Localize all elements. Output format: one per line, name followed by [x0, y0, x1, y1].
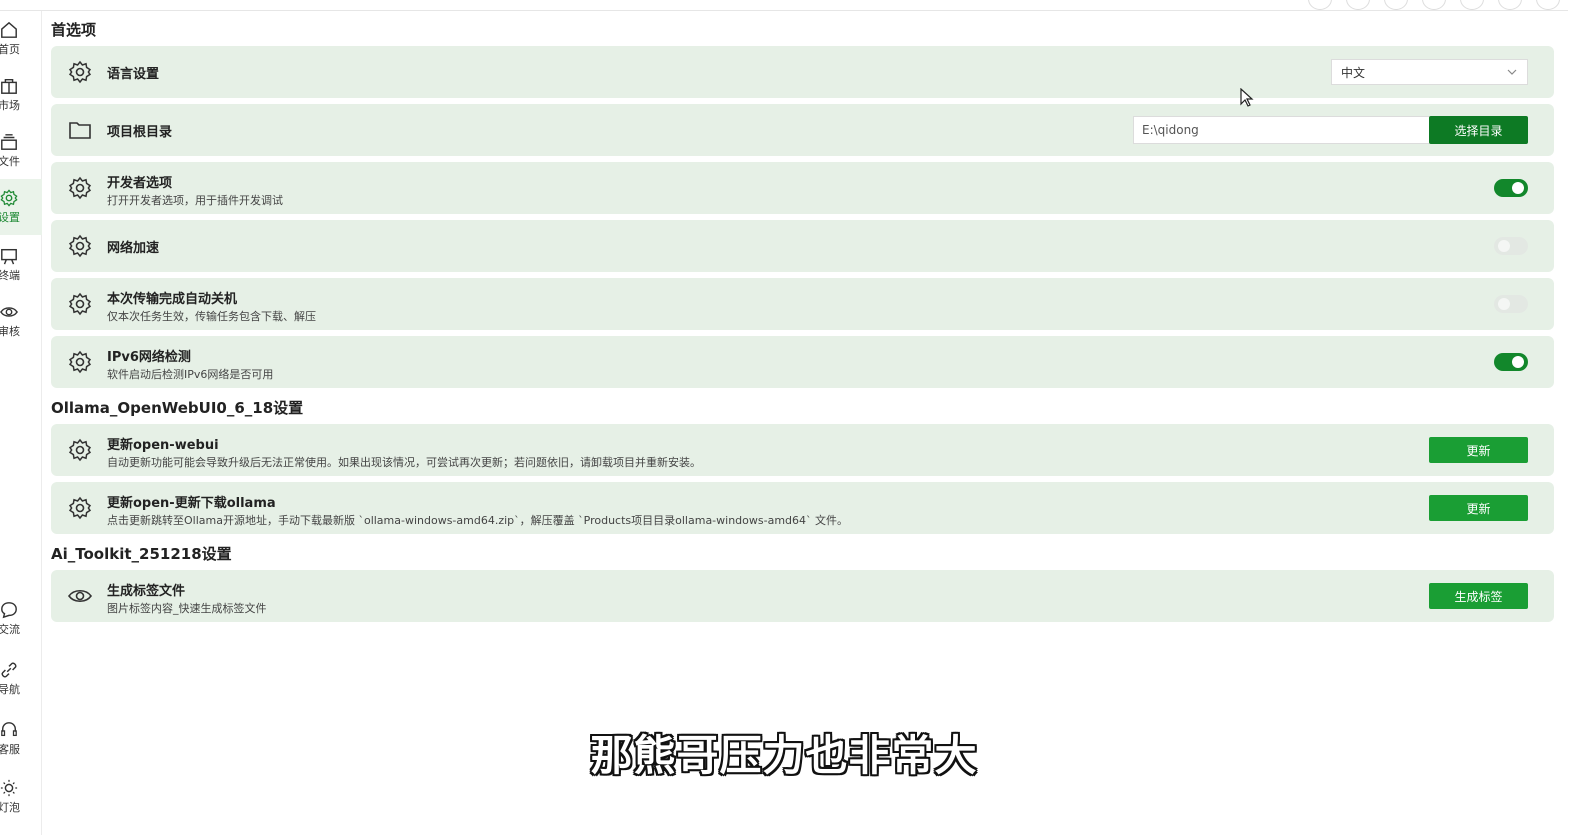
sidebar-item-label: 导航	[0, 683, 20, 696]
setting-row-shutdown: 本次传输完成自动关机 仅本次任务生效，传输任务包含下载、解压	[51, 278, 1554, 330]
ipv6-toggle[interactable]	[1494, 353, 1528, 371]
setting-description: 软件启动后检测IPv6网络是否可用	[107, 368, 274, 381]
gear-icon	[0, 189, 18, 207]
scrollbar-track[interactable]	[1568, 0, 1590, 835]
folder-icon	[69, 122, 91, 139]
setting-row-developer: 开发者选项 打开开发者选项，用于插件开发调试	[51, 162, 1554, 214]
terminal-icon	[1, 248, 17, 265]
chevron-down-icon	[1507, 69, 1517, 75]
section-title-preferences: 首选项	[51, 21, 97, 39]
sidebar: 首页 市场 文件 设置 终端 审核 交流 导航 客服 灯泡	[0, 11, 42, 835]
toggle-knob	[1512, 182, 1524, 194]
setting-title: 开发者选项	[107, 176, 173, 191]
setting-title: IPv6网络检测	[107, 350, 191, 365]
gear-icon	[68, 60, 92, 84]
update-webui-button[interactable]: 更新	[1429, 437, 1528, 463]
language-select[interactable]: 中文	[1331, 59, 1528, 85]
setting-row-update-webui: 更新open-webui 自动更新功能可能会导致升级后无法正常使用。如果出现该情…	[51, 424, 1554, 476]
video-subtitle: 那熊哥压力也非常大	[590, 731, 978, 780]
sidebar-item-label: 终端	[0, 269, 20, 282]
sidebar-item-label: 交流	[0, 623, 20, 636]
window-control-icon[interactable]	[1308, 0, 1332, 10]
setting-row-language: 语言设置 中文	[51, 46, 1554, 98]
sidebar-item-label: 审核	[0, 325, 20, 338]
setting-description: 点击更新跳转至Ollama开源地址，手动下载最新版 `ollama-window…	[107, 514, 849, 527]
sidebar-item-label: 首页	[0, 43, 20, 56]
setting-title: 更新open-更新下载ollama	[107, 496, 276, 511]
sidebar-item-label: 市场	[0, 99, 20, 112]
link-icon	[1, 662, 17, 678]
sidebar-item-review[interactable]: 审核	[0, 303, 42, 357]
mouse-cursor-icon	[1240, 88, 1254, 107]
developer-toggle[interactable]	[1494, 179, 1528, 197]
shutdown-toggle[interactable]	[1494, 295, 1528, 313]
update-ollama-button[interactable]: 更新	[1429, 495, 1528, 521]
setting-description: 仅本次任务生效，传输任务包含下载、解压	[107, 310, 316, 323]
eye-icon	[0, 307, 18, 317]
language-select-value: 中文	[1341, 65, 1366, 80]
sidebar-item-theme[interactable]: 灯泡	[0, 779, 42, 833]
setting-title: 本次传输完成自动关机	[107, 292, 238, 307]
setting-row-generate-tags: 生成标签文件 图片标签内容_快速生成标签文件 生成标签	[51, 570, 1554, 622]
chat-icon	[1, 602, 17, 619]
sidebar-item-market[interactable]: 市场	[0, 77, 42, 131]
setting-description: 自动更新功能可能会导致升级后无法正常使用。如果出现该情况，可尝试再次更新；若问题…	[107, 456, 701, 469]
gear-icon	[68, 176, 92, 200]
setting-row-root-dir: 项目根目录 E:\qidong 选择目录	[51, 104, 1554, 156]
window-control-icon[interactable]	[1346, 0, 1370, 10]
setting-row-ipv6: IPv6网络检测 软件启动后检测IPv6网络是否可用	[51, 336, 1554, 388]
setting-title: 项目根目录	[107, 125, 173, 140]
root-dir-value: E:\qidong	[1142, 123, 1199, 137]
store-icon	[1, 78, 17, 94]
sidebar-item-chat[interactable]: 交流	[0, 601, 42, 655]
window-control-icon[interactable]	[1498, 0, 1522, 10]
sidebar-item-terminal[interactable]: 终端	[0, 247, 42, 301]
setting-description: 图片标签内容_快速生成标签文件	[107, 602, 267, 615]
gear-icon	[68, 350, 92, 374]
sidebar-item-nav[interactable]: 导航	[0, 661, 42, 715]
home-icon	[1, 21, 17, 38]
sidebar-item-label: 灯泡	[0, 801, 20, 814]
setting-description: 打开开发者选项，用于插件开发调试	[107, 194, 283, 207]
toggle-knob	[1498, 298, 1510, 310]
eye-icon	[68, 589, 92, 603]
network-toggle[interactable]	[1494, 237, 1528, 255]
gear-icon	[68, 292, 92, 316]
sidebar-item-label: 设置	[0, 211, 20, 224]
setting-row-update-ollama: 更新open-更新下载ollama 点击更新跳转至Ollama开源地址，手动下载…	[51, 482, 1554, 534]
window-control-icon[interactable]	[1460, 0, 1484, 10]
files-icon	[1, 134, 17, 150]
setting-title: 网络加速	[107, 241, 160, 256]
sidebar-item-settings[interactable]: 设置	[0, 179, 42, 235]
toggle-knob	[1498, 240, 1510, 252]
gear-icon	[68, 438, 92, 462]
setting-row-network: 网络加速	[51, 220, 1554, 272]
section-title-toolkit: Ai_Toolkit_251218设置	[51, 545, 232, 563]
window-control-icon[interactable]	[1384, 0, 1408, 10]
section-title-ollama: Ollama_OpenWebUI0_6_18设置	[51, 399, 304, 417]
setting-title: 更新open-webui	[107, 438, 219, 453]
choose-directory-button[interactable]: 选择目录	[1429, 116, 1528, 144]
generate-tags-button[interactable]: 生成标签	[1429, 583, 1528, 609]
toggle-knob	[1512, 356, 1524, 368]
gear-icon	[68, 234, 92, 258]
window-title-bar	[0, 0, 1590, 11]
window-control-icon[interactable]	[1422, 0, 1446, 10]
sidebar-item-home[interactable]: 首页	[0, 21, 42, 75]
setting-title: 生成标签文件	[107, 584, 186, 599]
setting-title: 语言设置	[107, 67, 160, 82]
sidebar-item-label: 文件	[0, 155, 20, 168]
root-dir-input[interactable]: E:\qidong	[1133, 116, 1430, 144]
window-control-icon[interactable]	[1536, 0, 1560, 10]
gear-icon	[68, 496, 92, 520]
